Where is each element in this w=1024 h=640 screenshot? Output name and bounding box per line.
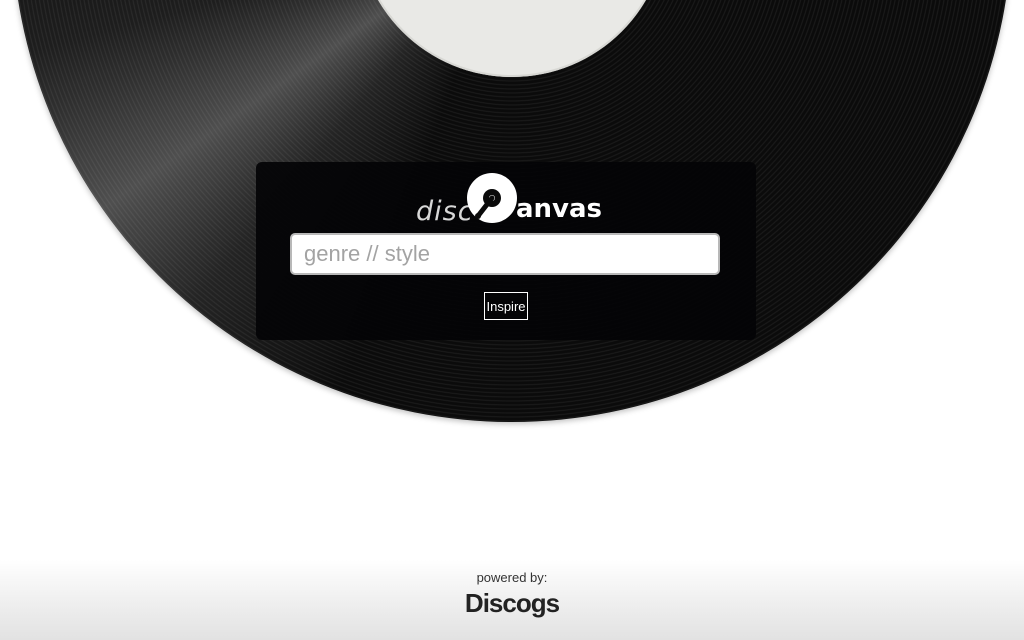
page: disc anvas Inspire powered by: Discogs	[0, 0, 1024, 640]
inspire-button[interactable]: Inspire	[484, 292, 528, 320]
disccanvas-logo: disc anvas	[416, 172, 616, 228]
discogs-logo[interactable]: Discogs	[0, 588, 1024, 619]
powered-by-text: powered by:	[476, 570, 548, 585]
logo-disc-text: disc	[416, 196, 474, 227]
footer: powered by: Discogs	[0, 560, 1024, 640]
genre-style-search-input[interactable]	[290, 233, 720, 275]
search-panel: disc anvas Inspire	[256, 162, 756, 340]
vinyl-record-icon	[466, 172, 518, 224]
logo-anvas-text: anvas	[516, 194, 603, 224]
